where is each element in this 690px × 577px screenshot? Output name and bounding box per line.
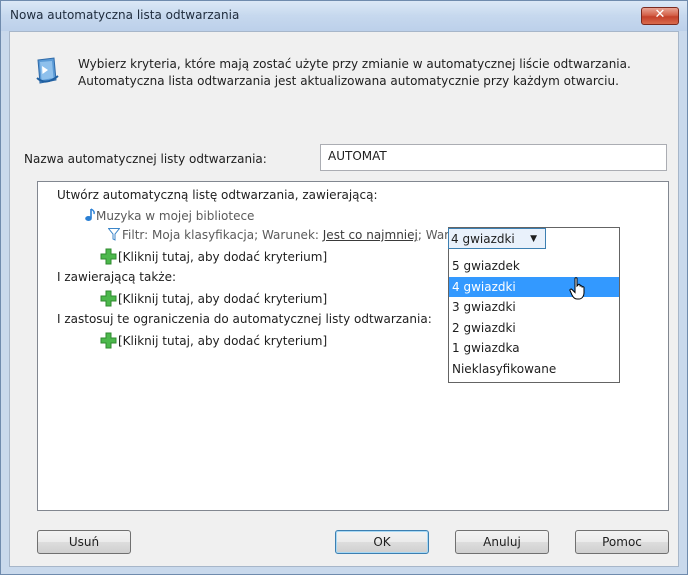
add-criterion-row-3[interactable]: [Kliknij tutaj, aby dodać kryterium] [100, 332, 327, 349]
music-note-icon [85, 208, 95, 221]
filter-icon [108, 228, 120, 241]
dropdown-options: 5 gwiazdek 4 gwiazdki 3 gwiazdki 2 gwiazdki… [449, 256, 619, 379]
playlist-name-label: Nazwa automatycznej listy odtwarzania: [24, 152, 267, 166]
chevron-down-icon: ▼ [530, 234, 537, 244]
playlist-icon [36, 57, 59, 84]
header-line-2: Automatyczna lista odtwarzania jest aktu… [78, 74, 619, 88]
dropdown-option[interactable]: 1 gwiazdka [449, 338, 619, 359]
header-line-1: Wybierz kryteria, które mają zostać użyt… [78, 57, 631, 71]
library-item[interactable]: Muzyka w mojej bibliotece [84, 208, 254, 223]
close-icon: ✕ [654, 7, 666, 22]
add-criterion-row-2[interactable]: [Kliknij tutaj, aby dodać kryterium] [100, 290, 327, 307]
filter-row: Filtr: Moja klasyfikacja; Warunek: Jest … [108, 228, 478, 242]
add-criterion-label: [Kliknij tutaj, aby dodać kryterium] [118, 334, 328, 348]
delete-button[interactable]: Usuń [37, 530, 131, 554]
help-button[interactable]: Pomoc [575, 530, 669, 554]
add-criterion-row-1[interactable]: [Kliknij tutaj, aby dodać kryterium] [100, 248, 327, 265]
also-contains-heading: I zawierającą także: [57, 270, 177, 284]
create-heading: Utwórz automatyczną listę odtwarzania, z… [57, 188, 378, 202]
filter-prefix: Filtr: Moja klasyfikacja; Warunek: [122, 228, 319, 242]
restrictions-heading: I zastosuj te ograniczenia do automatycz… [57, 312, 432, 326]
dropdown-selected-value: 4 gwiazdki [451, 232, 515, 246]
dropdown-option[interactable]: 5 gwiazdek [449, 256, 619, 277]
dropdown-option[interactable]: 2 gwiazdki [449, 318, 619, 339]
condition-link[interactable]: Jest co najmniej [323, 228, 418, 242]
dropdown-option[interactable]: 4 gwiazdki [449, 276, 619, 297]
dialog-window: Nowa automatyczna lista odtwarzania ✕ Wy… [0, 0, 688, 575]
plus-icon [100, 332, 117, 349]
window-title: Nowa automatyczna lista odtwarzania [10, 8, 240, 22]
title-bar[interactable]: Nowa automatyczna lista odtwarzania ✕ [1, 1, 687, 31]
value-dropdown-list: 5 gwiazdek 4 gwiazdki 3 gwiazdki 2 gwiazdki… [448, 227, 620, 383]
add-criterion-label: [Kliknij tutaj, aby dodać kryterium] [118, 250, 328, 264]
close-button[interactable]: ✕ [641, 7, 679, 25]
cancel-button[interactable]: Anuluj [455, 530, 549, 554]
add-criterion-label: [Kliknij tutaj, aby dodać kryterium] [118, 292, 328, 306]
library-item-label: Muzyka w mojej bibliotece [96, 209, 255, 223]
ok-button[interactable]: OK [335, 530, 429, 554]
dropdown-option[interactable]: Nieklasyfikowane [449, 359, 619, 380]
dropdown-option[interactable]: 3 gwiazdki [449, 297, 619, 318]
plus-icon [100, 248, 117, 265]
plus-icon [100, 290, 117, 307]
value-dropdown[interactable]: 4 gwiazdki ▼ [448, 228, 546, 249]
header-description: Wybierz kryteria, które mają zostać użyt… [78, 56, 631, 90]
playlist-name-input[interactable]: AUTOMAT [320, 144, 667, 171]
hand-cursor-icon [569, 277, 585, 300]
